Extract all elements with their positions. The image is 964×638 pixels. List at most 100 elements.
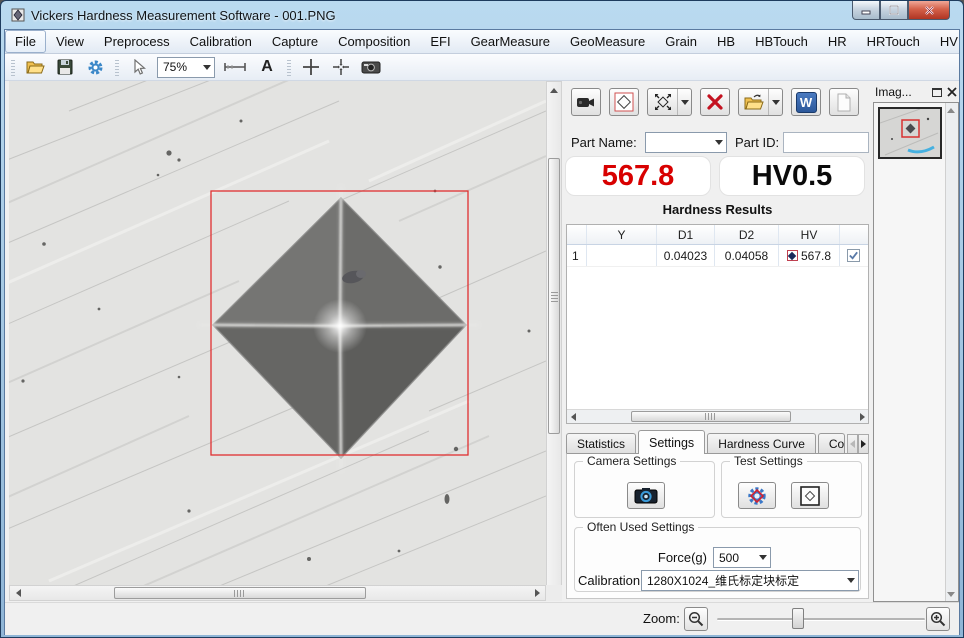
close-panel-icon[interactable] [947, 87, 957, 97]
zoom-out-button[interactable] [684, 607, 708, 631]
menu-grain[interactable]: Grain [655, 30, 707, 53]
tab-conversion[interactable]: Conver [818, 433, 845, 454]
scroll-left-arrow[interactable] [567, 410, 579, 423]
col-hv[interactable]: HV [779, 225, 840, 244]
zoom-in-button[interactable] [926, 607, 950, 631]
menu-hbtouch[interactable]: HBTouch [745, 30, 818, 53]
app-icon [10, 7, 26, 23]
tab-scroll-left-arrow[interactable] [847, 434, 858, 454]
viewer-vscroll-thumb[interactable] [548, 158, 560, 434]
row-d2: 0.04058 [715, 245, 779, 266]
chevron-down-icon[interactable] [755, 548, 770, 567]
menu-calibration[interactable]: Calibration [180, 30, 262, 53]
col-d1[interactable]: D1 [657, 225, 715, 244]
manual-measure-splitbutton[interactable] [647, 88, 692, 116]
float-panel-icon[interactable] [932, 88, 942, 97]
open-folder-icon[interactable] [739, 89, 769, 115]
viewer-hscroll-thumb[interactable] [114, 587, 366, 599]
client-area: File View Preprocess Calibration Capture… [4, 29, 960, 635]
row-checkbox[interactable] [847, 249, 860, 262]
chevron-down-icon[interactable] [711, 133, 726, 152]
minimize-button[interactable] [852, 1, 880, 20]
open-image-splitbutton[interactable] [738, 88, 783, 116]
magnifier-plus-icon [930, 611, 946, 627]
calibration-combobox[interactable]: 1280X1024_维氏标定块标定 [641, 570, 859, 591]
settings-gear-icon[interactable] [83, 56, 107, 78]
col-y[interactable]: Y [587, 225, 657, 244]
select-cursor-icon[interactable] [127, 56, 151, 78]
measure-ruler-icon[interactable] [221, 56, 249, 78]
close-button[interactable] [908, 1, 950, 20]
open-file-button[interactable] [23, 56, 47, 78]
crosshair-plus-icon[interactable] [299, 56, 323, 78]
tab-statistics[interactable]: Statistics [566, 433, 636, 454]
zoom-slider-track[interactable] [717, 618, 925, 621]
part-id-label: Part ID: [735, 135, 779, 150]
microscope-image-viewport[interactable] [9, 81, 546, 585]
tab-settings[interactable]: Settings [638, 430, 705, 454]
menu-composition[interactable]: Composition [328, 30, 420, 53]
test-settings-button[interactable] [738, 482, 776, 509]
center-target-icon[interactable] [329, 56, 353, 78]
menu-gearmeasure[interactable]: GearMeasure [461, 30, 560, 53]
menu-hr[interactable]: HR [818, 30, 857, 53]
part-name-combobox[interactable] [645, 132, 727, 153]
scroll-up-arrow[interactable] [547, 83, 561, 97]
viewer-horizontal-scrollbar[interactable] [9, 585, 546, 601]
col-check[interactable] [840, 225, 866, 244]
chevron-down-icon[interactable] [199, 58, 214, 77]
measure-arrows-icon[interactable] [648, 89, 678, 115]
image-thumbnail-list[interactable] [873, 102, 959, 602]
auto-measure-button[interactable] [609, 88, 639, 116]
menu-view[interactable]: View [46, 30, 94, 53]
scroll-right-arrow[interactable] [856, 410, 868, 423]
scroll-down-arrow[interactable] [945, 588, 957, 600]
col-d2[interactable]: D2 [715, 225, 779, 244]
menu-capture[interactable]: Capture [262, 30, 328, 53]
export-word-button[interactable]: W [791, 88, 821, 116]
red-x-icon [706, 94, 724, 110]
viewer-vertical-scrollbar[interactable] [546, 81, 562, 601]
camera-capture-icon[interactable] [359, 56, 383, 78]
hardness-scale-display: HV0.5 [719, 156, 865, 196]
thumbnail-list-scrollbar[interactable] [945, 103, 958, 601]
menu-hv[interactable]: HV [930, 30, 964, 53]
zoom-slider-thumb[interactable] [792, 608, 804, 629]
menu-file[interactable]: File [5, 30, 46, 53]
tab-hardness-curve[interactable]: Hardness Curve [707, 433, 816, 454]
scroll-left-arrow[interactable] [11, 586, 25, 600]
delete-result-button[interactable] [700, 88, 730, 116]
chevron-down-icon[interactable] [843, 571, 858, 590]
menu-geomeasure[interactable]: GeoMeasure [560, 30, 655, 53]
scroll-right-arrow[interactable] [530, 586, 544, 600]
menu-bar: File View Preprocess Calibration Capture… [5, 30, 959, 54]
text-annotation-tool[interactable]: A [255, 56, 279, 78]
chevron-down-icon[interactable] [769, 89, 782, 115]
video-capture-button[interactable] [571, 88, 601, 116]
menu-efi[interactable]: EFI [420, 30, 460, 53]
row-check-cell [840, 245, 866, 266]
save-button[interactable] [53, 56, 77, 78]
menu-hrtouch[interactable]: HRTouch [857, 30, 930, 53]
table-horizontal-scrollbar[interactable] [567, 409, 868, 423]
camera-settings-label: Camera Settings [583, 454, 680, 468]
image-thumbnail-selected[interactable] [878, 107, 942, 159]
menu-hb[interactable]: HB [707, 30, 745, 53]
row-index: 1 [567, 245, 587, 266]
zoom-combobox[interactable]: 75% [157, 57, 215, 78]
force-combobox[interactable]: 500 [713, 547, 771, 568]
images-panel: Imag... [873, 82, 959, 602]
part-id-input[interactable] [783, 132, 869, 153]
maximize-button[interactable] [880, 1, 908, 20]
menu-preprocess[interactable]: Preprocess [94, 30, 180, 53]
tab-scroll-right-arrow[interactable] [858, 434, 869, 454]
indenter-pattern-button[interactable] [791, 482, 829, 509]
new-blank-button[interactable] [829, 88, 859, 116]
chevron-down-icon[interactable] [678, 89, 691, 115]
table-hscroll-thumb[interactable] [631, 411, 791, 422]
col-index[interactable] [567, 225, 587, 244]
camera-settings-button[interactable] [627, 482, 665, 509]
scroll-up-arrow[interactable] [945, 104, 957, 116]
measurement-toolbar: W [571, 88, 859, 116]
table-row[interactable]: 1 0.04023 0.04058 567.8 [567, 245, 868, 267]
